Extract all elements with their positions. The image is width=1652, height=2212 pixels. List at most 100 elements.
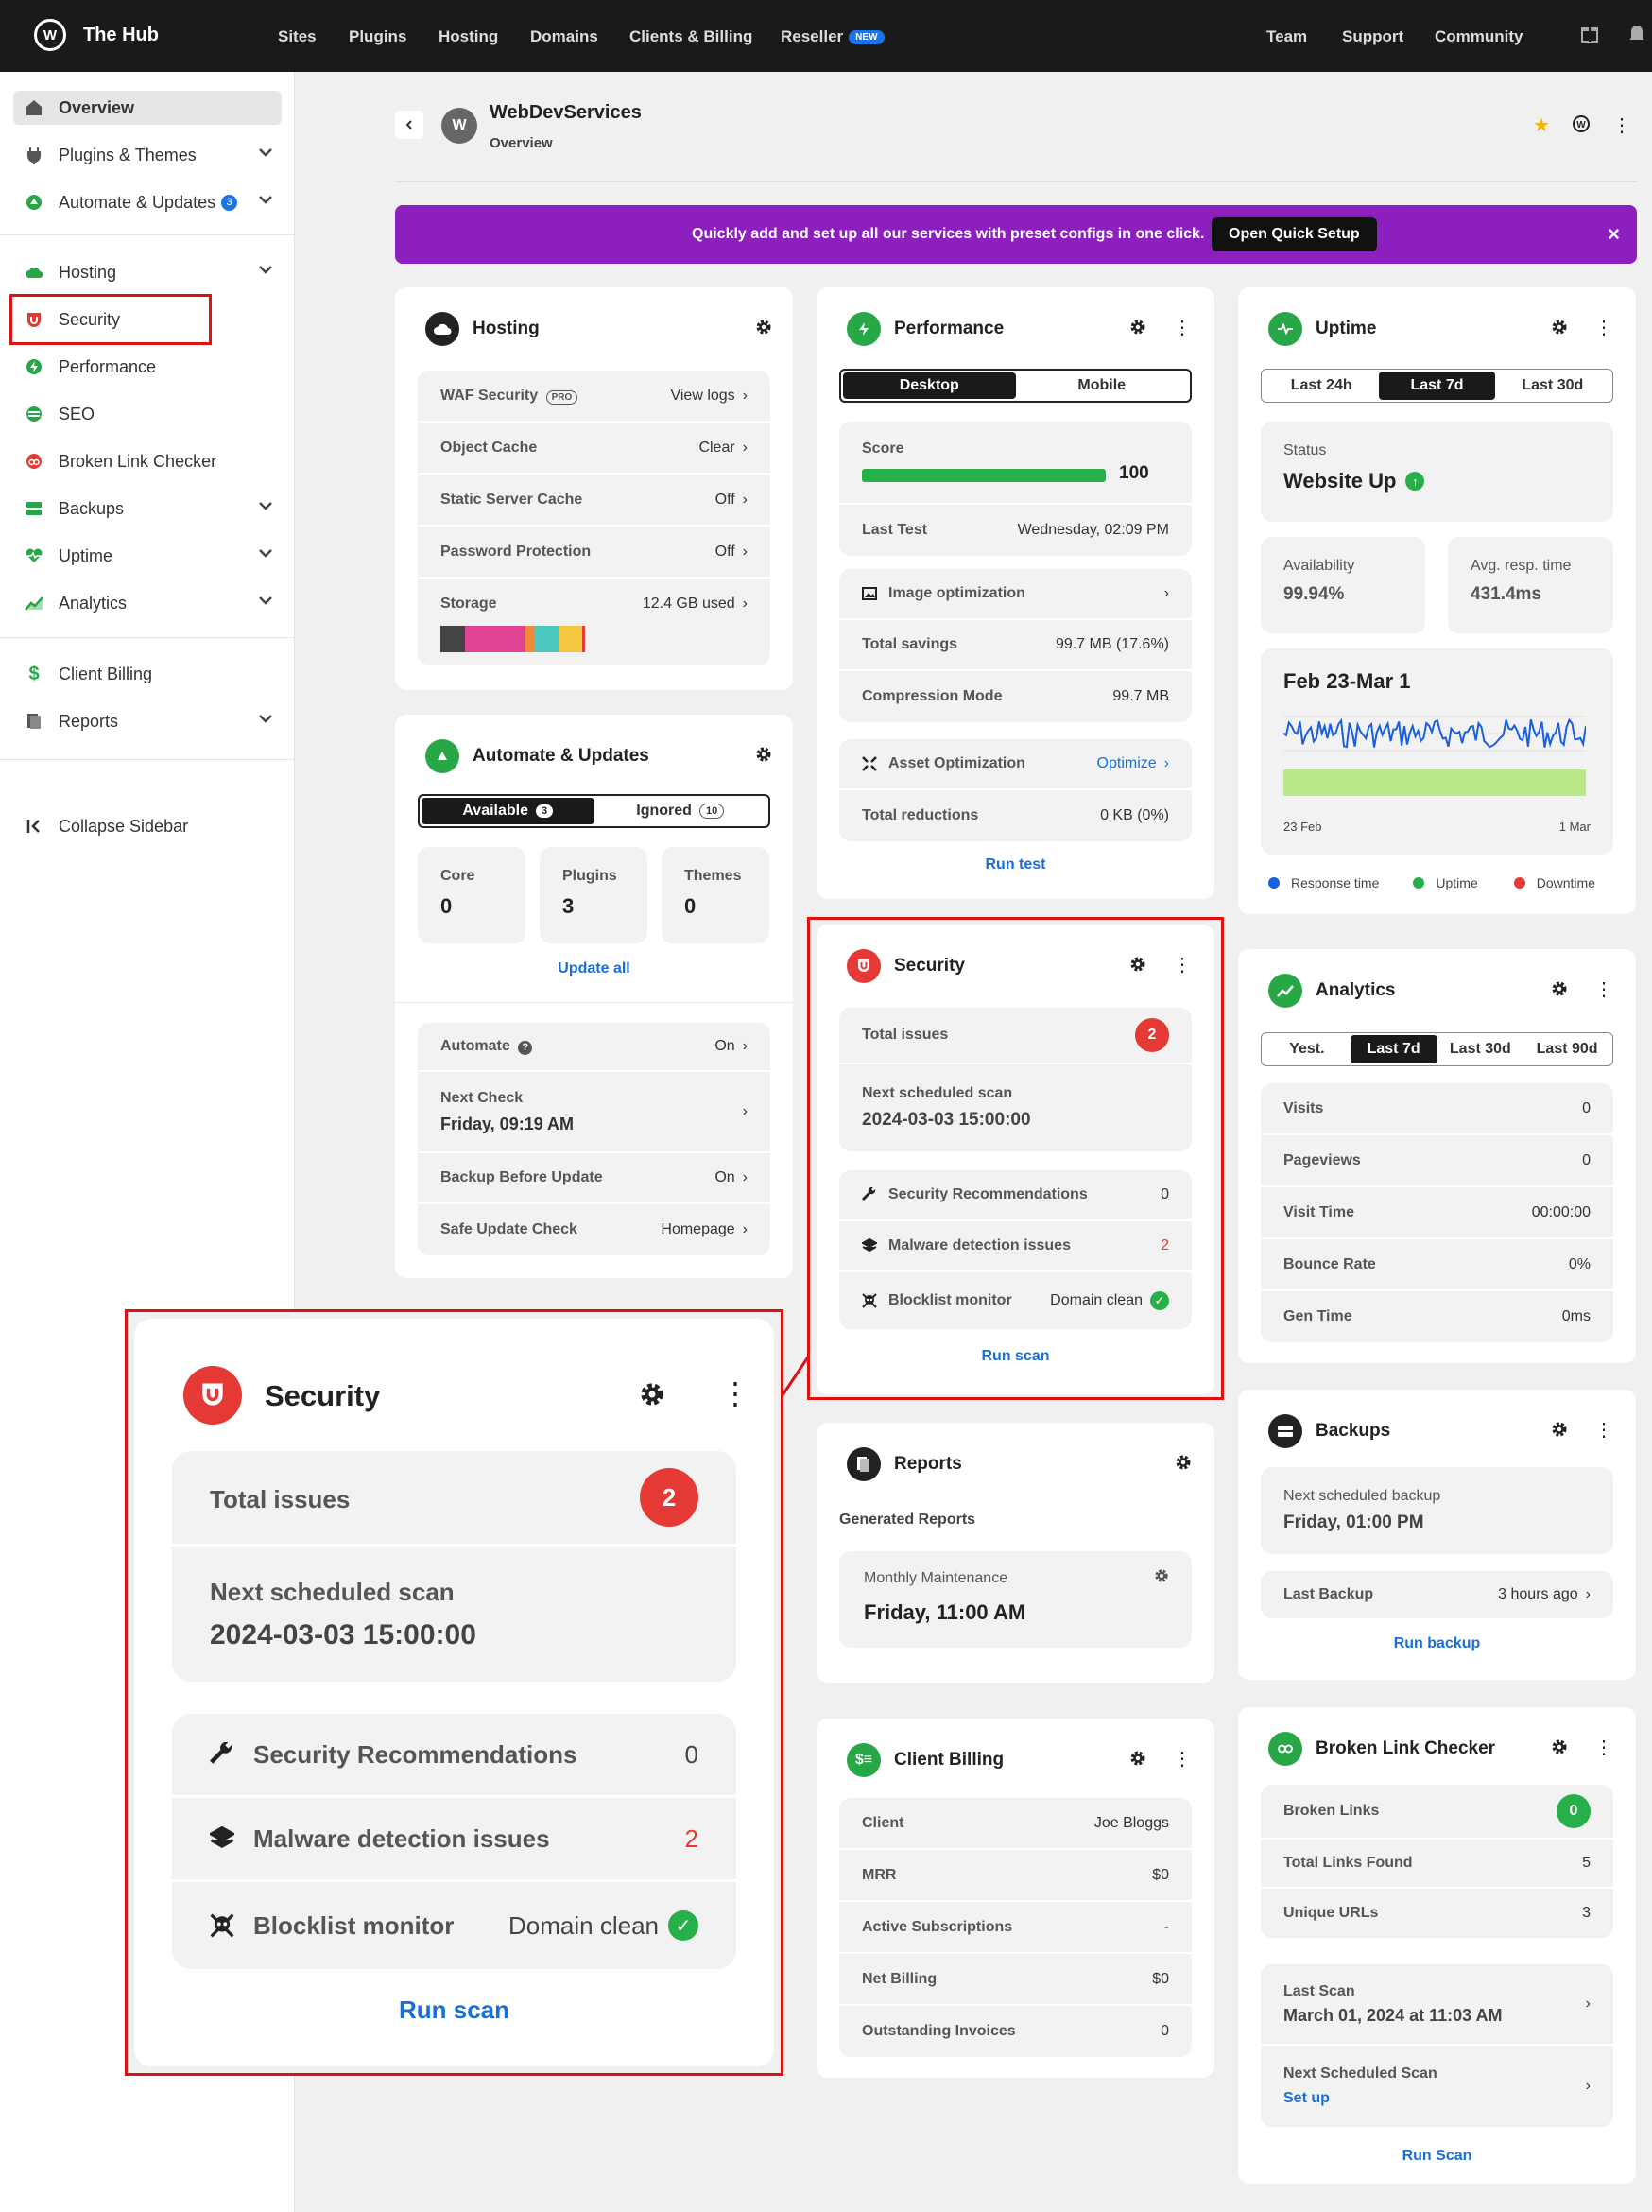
more-icon[interactable]: ⋮ (720, 1375, 750, 1411)
nav-sites[interactable]: Sites (278, 27, 317, 46)
wordpress-icon[interactable]: W (1573, 115, 1590, 132)
close-icon[interactable]: × (1608, 222, 1620, 247)
image-optimization-row[interactable]: Image optimization › (839, 569, 1192, 620)
nav-plugins[interactable]: Plugins (349, 27, 406, 46)
tab-last-30d[interactable]: Last 30d (1437, 1035, 1524, 1063)
run-test-button[interactable]: Run test (817, 856, 1214, 873)
gear-icon[interactable] (1551, 980, 1568, 997)
open-quick-setup-button[interactable]: Open Quick Setup (1212, 217, 1377, 251)
core-stat[interactable]: Core 0 (418, 847, 525, 943)
gear-icon[interactable] (639, 1381, 665, 1408)
gear-icon[interactable] (1551, 1421, 1568, 1438)
sidebar-item-seo[interactable]: SEO (13, 397, 282, 431)
bell-icon[interactable] (1627, 23, 1646, 43)
sidebar-item-plugins-themes[interactable]: Plugins & Themes (13, 138, 282, 172)
more-icon[interactable]: ⋮ (1594, 1738, 1613, 1757)
sidebar-item-overview[interactable]: Overview (13, 91, 282, 125)
nav-team[interactable]: Team (1266, 27, 1307, 46)
star-icon[interactable]: ★ (1533, 113, 1550, 137)
password-protection-row[interactable]: Password Protection Off › (418, 527, 770, 579)
waf-security-row[interactable]: WAF Security PRO View logs › (418, 371, 770, 423)
tab-last-7d[interactable]: Last 7d (1379, 372, 1495, 400)
total-issues-row[interactable]: Total issues 2 (839, 1008, 1192, 1064)
nav-clients-billing[interactable]: Clients & Billing (629, 27, 752, 46)
more-icon[interactable]: ⋮ (1173, 956, 1192, 975)
tab-last-90d[interactable]: Last 90d (1523, 1035, 1610, 1063)
tab-ignored[interactable]: Ignored 10 (594, 798, 767, 824)
nav-support[interactable]: Support (1342, 27, 1403, 46)
chevron-down-icon[interactable] (259, 147, 272, 157)
object-cache-row[interactable]: Object Cache Clear › (418, 423, 770, 475)
nav-domains[interactable]: Domains (530, 27, 598, 46)
storage-row[interactable]: Storage 12.4 GB used › (418, 579, 770, 665)
sidebar-item-client-billing[interactable]: $ Client Billing (13, 657, 282, 691)
gear-icon[interactable] (1551, 319, 1568, 336)
next-check-row[interactable]: Next Check Friday, 09:19 AM › (418, 1072, 770, 1153)
help-icon[interactable]: ? (518, 1041, 533, 1055)
nav-hosting[interactable]: Hosting (439, 27, 498, 46)
gear-icon[interactable] (1129, 956, 1146, 973)
gear-icon[interactable] (1154, 1568, 1169, 1583)
chevron-down-icon[interactable] (259, 596, 272, 605)
gear-icon[interactable] (1129, 1750, 1146, 1767)
automate-row[interactable]: Automate ? On › (418, 1023, 770, 1072)
blocklist-monitor-row[interactable]: Blocklist monitor Domain clean ✓ (839, 1272, 1192, 1329)
more-icon[interactable]: ⋮ (1612, 113, 1631, 137)
more-icon[interactable]: ⋮ (1594, 980, 1613, 999)
tab-available[interactable]: Available 3 (422, 798, 594, 824)
run-scan-button[interactable]: Run scan (817, 1348, 1214, 1365)
chevron-down-icon[interactable] (259, 265, 272, 274)
nav-reseller[interactable]: Reseller NEW (781, 27, 885, 46)
chevron-down-icon[interactable] (259, 195, 272, 204)
optimize-link[interactable]: Optimize (1097, 755, 1157, 772)
tab-yesterday[interactable]: Yest. (1264, 1035, 1351, 1063)
sidebar-item-reports[interactable]: Reports (13, 704, 282, 738)
chevron-down-icon[interactable] (259, 501, 272, 510)
themes-stat[interactable]: Themes 0 (662, 847, 769, 943)
nav-community[interactable]: Community (1435, 27, 1523, 46)
tab-desktop[interactable]: Desktop (843, 372, 1016, 399)
gift-icon[interactable] (1580, 23, 1599, 43)
more-icon[interactable]: ⋮ (1173, 1750, 1192, 1769)
static-cache-row[interactable]: Static Server Cache Off › (418, 475, 770, 527)
next-scheduled-scan-row[interactable]: Next Scheduled Scan Set up › (1261, 2046, 1613, 2127)
brand-name[interactable]: The Hub (83, 25, 159, 46)
chevron-down-icon[interactable] (259, 714, 272, 723)
more-icon[interactable]: ⋮ (1594, 319, 1613, 337)
gear-icon[interactable] (755, 746, 772, 763)
plugins-stat[interactable]: Plugins 3 (540, 847, 647, 943)
update-all-button[interactable]: Update all (395, 960, 793, 977)
hub-logo-icon[interactable]: W (34, 19, 66, 51)
last-scan-row[interactable]: Last Scan March 01, 2024 at 11:03 AM › (1261, 1964, 1613, 2046)
run-scan-button[interactable]: Run Scan (1238, 2148, 1636, 2165)
security-recommendations-row[interactable]: Security Recommendations 0 (839, 1170, 1192, 1221)
backup-before-update-row[interactable]: Backup Before Update On › (418, 1153, 770, 1204)
sidebar-item-analytics[interactable]: Analytics (13, 586, 282, 620)
run-backup-button[interactable]: Run backup (1238, 1635, 1636, 1652)
gear-icon[interactable] (1175, 1454, 1192, 1471)
sidebar-item-backups[interactable]: Backups (13, 492, 282, 526)
tab-last-7d[interactable]: Last 7d (1350, 1035, 1437, 1063)
tab-last-30d[interactable]: Last 30d (1495, 372, 1610, 400)
sidebar-item-performance[interactable]: Performance (13, 350, 282, 384)
sidebar-item-security[interactable]: Security (13, 302, 282, 337)
more-icon[interactable]: ⋮ (1173, 319, 1192, 337)
report-item[interactable]: Monthly Maintenance Friday, 11:00 AM (839, 1551, 1192, 1648)
sidebar-item-uptime[interactable]: Uptime (13, 539, 282, 573)
gear-icon[interactable] (1551, 1738, 1568, 1755)
malware-issues-row[interactable]: Malware detection issues 2 (839, 1221, 1192, 1272)
back-button[interactable] (395, 111, 423, 139)
set-up-link[interactable]: Set up (1283, 2090, 1437, 2107)
view-logs-link[interactable]: View logs (670, 388, 734, 405)
chevron-down-icon[interactable] (259, 548, 272, 558)
sidebar-item-hosting[interactable]: Hosting (13, 255, 282, 289)
sidebar-item-broken-link-checker[interactable]: Broken Link Checker (13, 444, 282, 478)
sidebar-item-automate-updates[interactable]: Automate & Updates 3 (13, 185, 282, 219)
tab-last-24h[interactable]: Last 24h (1264, 372, 1379, 400)
collapse-sidebar-button[interactable]: Collapse Sidebar (13, 809, 282, 843)
more-icon[interactable]: ⋮ (1594, 1421, 1613, 1440)
gear-icon[interactable] (1129, 319, 1146, 336)
gear-icon[interactable] (755, 319, 772, 336)
last-backup-row[interactable]: Last Backup 3 hours ago › (1261, 1571, 1613, 1618)
clear-link[interactable]: Clear (698, 440, 734, 457)
